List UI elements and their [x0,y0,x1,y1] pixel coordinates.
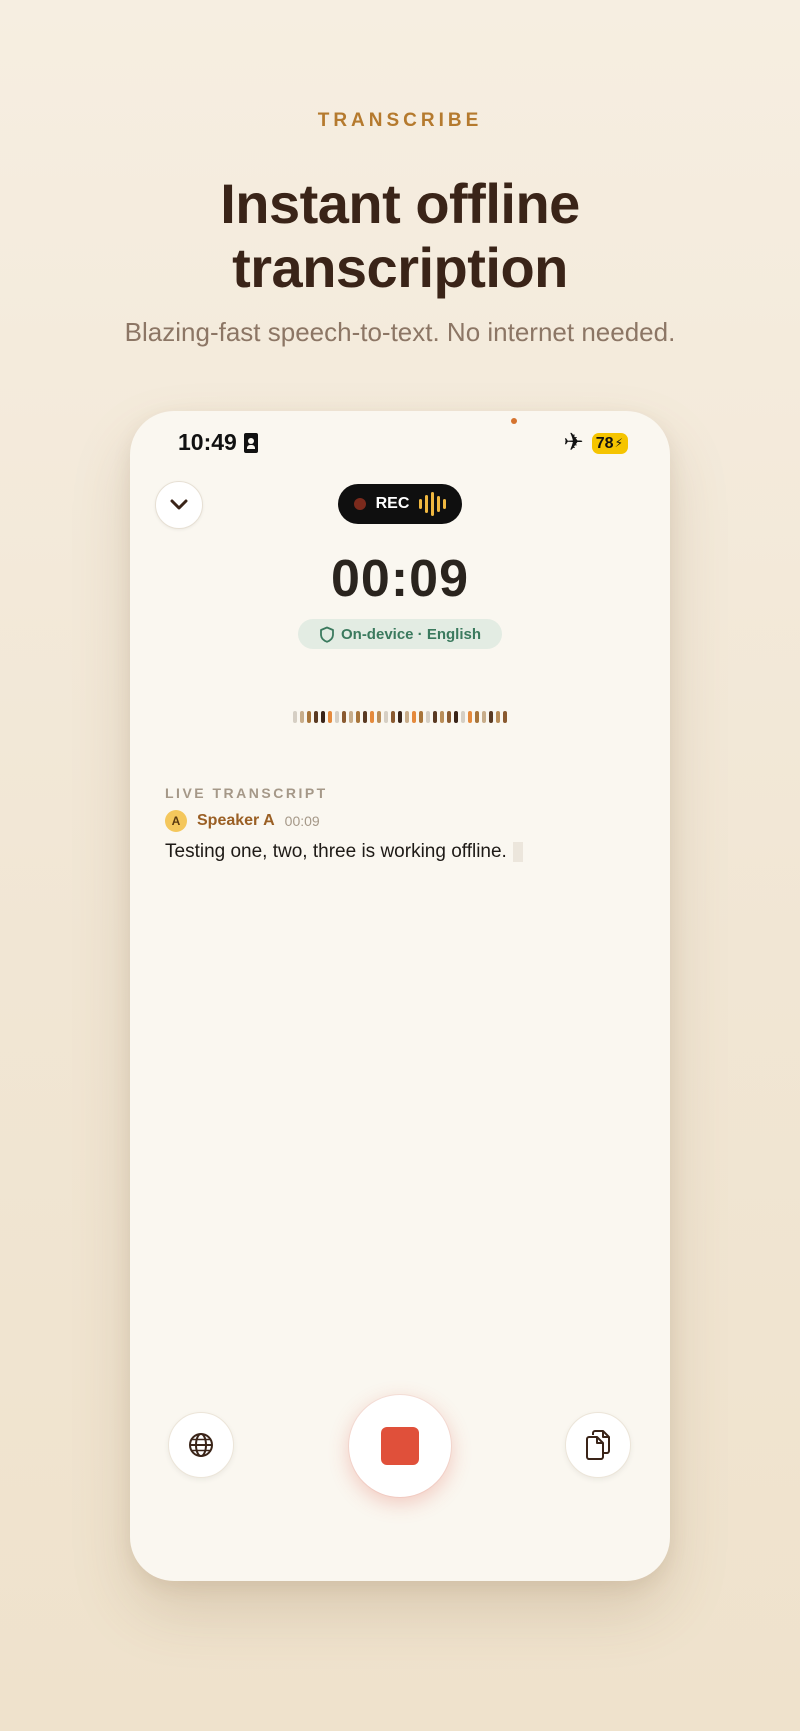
contact-card-icon [243,432,258,453]
stop-recording-button[interactable] [349,1395,451,1497]
speaker-avatar: A [165,810,187,832]
battery-level: 78 [595,434,614,452]
recording-indicator: REC [338,484,462,524]
status-time-text: 10:49 [178,429,237,455]
transcript-text: Testing one, two, three is working offli… [165,841,507,862]
copy-icon [586,1430,610,1460]
promo-subheadline: Blazing-fast speech-to-text. No internet… [124,317,676,347]
stop-icon [381,1427,419,1465]
airplane-mode-icon: ✈ [563,429,584,456]
audio-waveform [130,710,670,724]
copy-transcript-button[interactable] [565,1412,631,1478]
language-button[interactable] [168,1412,234,1478]
collapse-button[interactable] [155,481,203,529]
typing-cursor [512,842,523,862]
chevron-down-icon [170,499,188,510]
globe-icon [189,1433,213,1457]
phone-screen: 10:49 ✈ 78 ⚡ REC 00:09 On-device · Englis… [130,411,670,1581]
transcript-segment-text: Testing one, two, three is working offli… [165,841,523,863]
promo-eyebrow: TRANSCRIBE [317,110,483,131]
privacy-indicator-dot [511,418,517,424]
headline-line-2: transcription [232,236,568,299]
status-bar-time: 10:49 [178,429,258,456]
shield-icon [320,626,334,643]
promo-headline: Instant offline transcription [0,172,800,300]
rec-label: REC [375,495,410,512]
speaker-name: Speaker A [197,812,275,829]
recording-timer: 00:09 [331,550,469,608]
battery-indicator: 78 ⚡ [591,432,628,454]
status-bar-right: ✈ 78 ⚡ [564,431,628,455]
headline-line-1: Instant offline [220,172,580,235]
transcript-segment-header: A Speaker A 00:09 [165,810,320,832]
live-transcript-label: LIVE TRANSCRIPT [165,785,328,801]
audio-level-icon [419,492,447,516]
charging-bolt-icon: ⚡ [614,435,623,450]
on-device-badge: On-device · English [298,619,502,649]
rec-dot [353,498,366,510]
segment-timestamp: 00:09 [284,813,320,829]
on-device-label: On-device · English [340,625,482,643]
